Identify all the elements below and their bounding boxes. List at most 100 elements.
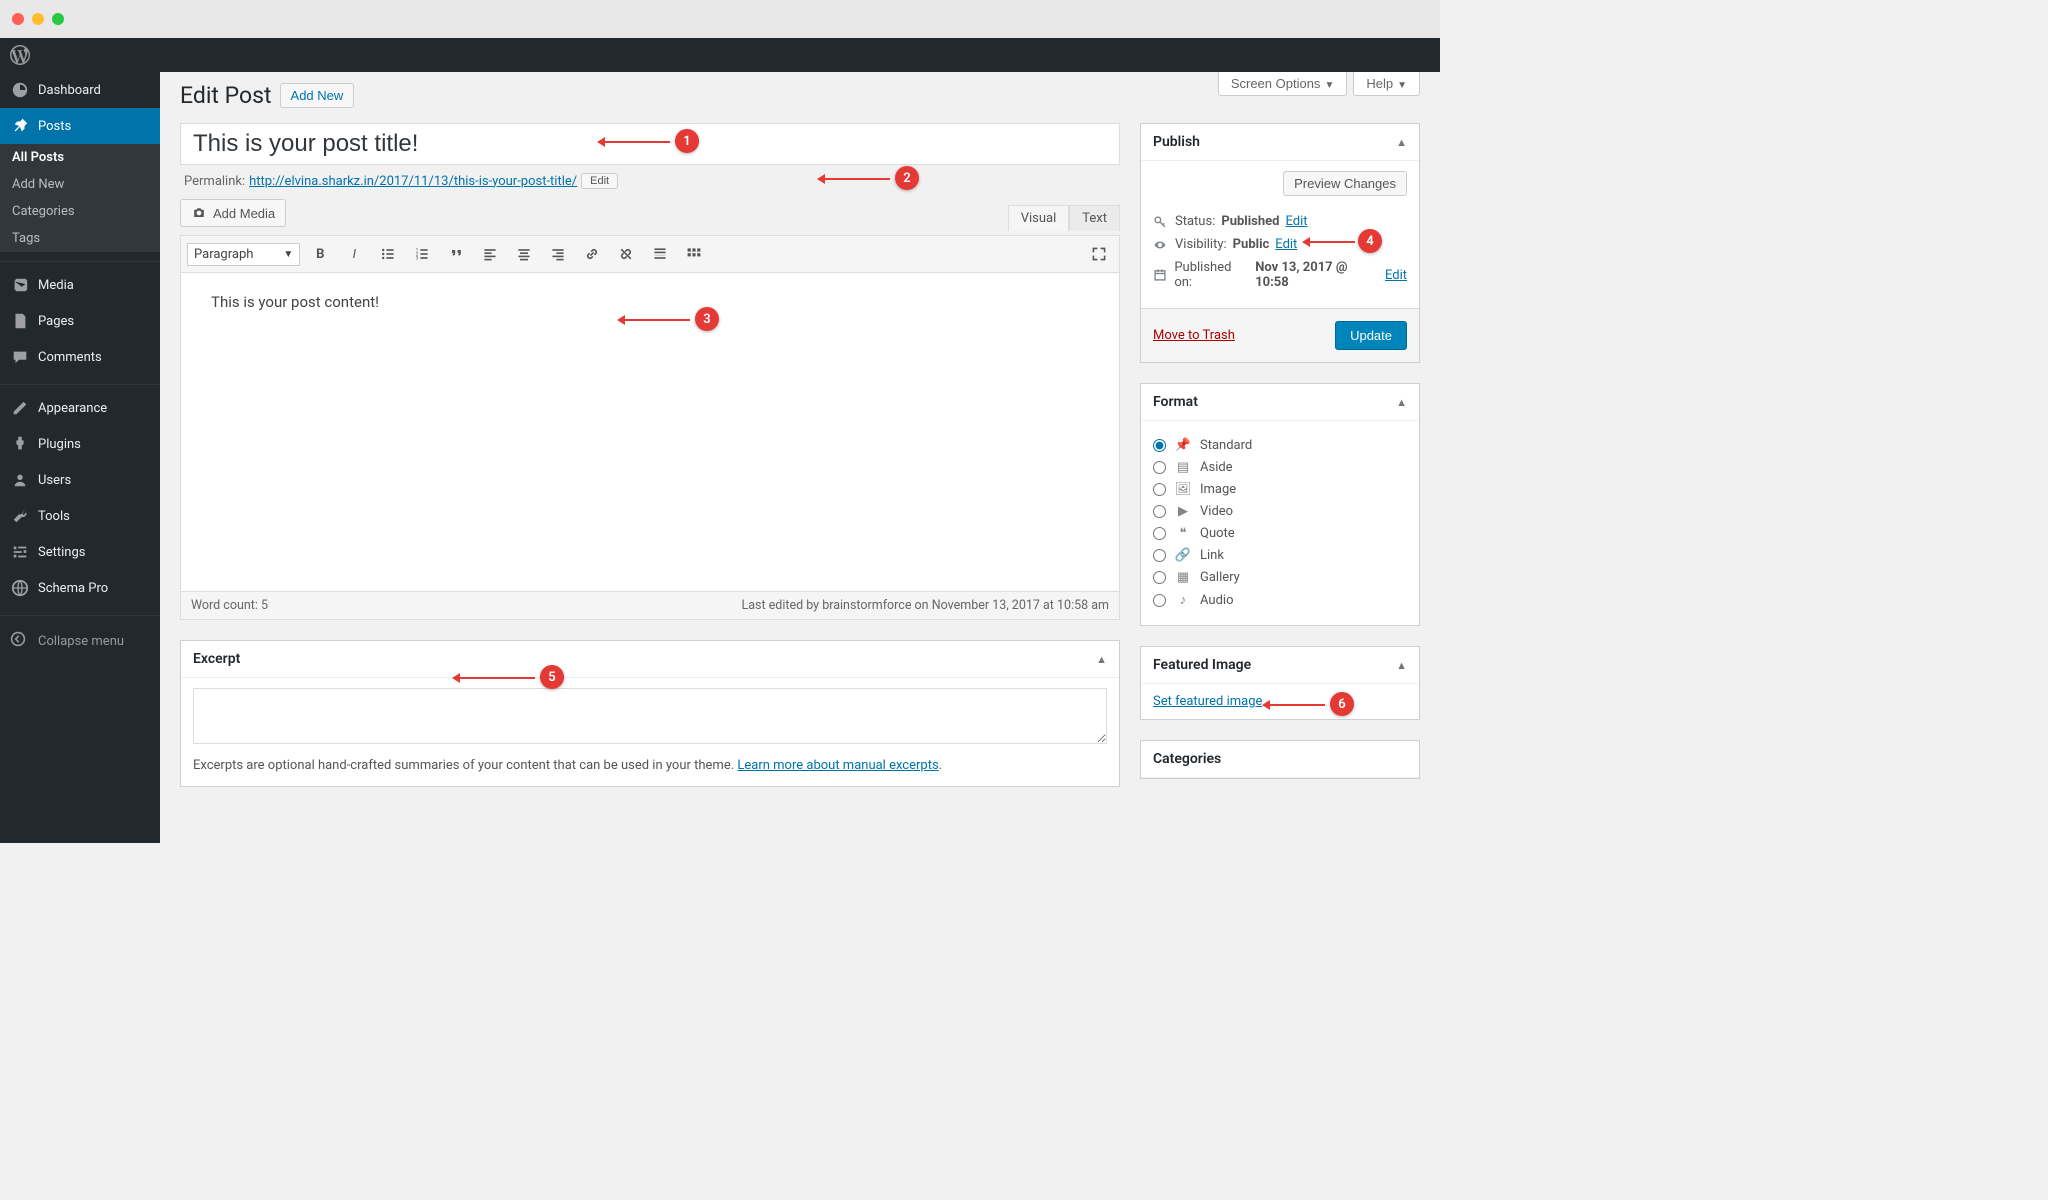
comments-icon [10,347,30,367]
bold-icon[interactable]: B [306,240,334,268]
blockquote-icon[interactable] [442,240,470,268]
featured-image-header[interactable]: Featured Image ▲ [1141,647,1419,684]
toolbar-toggle-icon[interactable] [680,240,708,268]
sidebar-item-posts[interactable]: Posts [0,108,160,144]
format-option-video[interactable]: ▶Video [1153,504,1407,519]
status-edit-link[interactable]: Edit [1285,214,1307,229]
preview-changes-button[interactable]: Preview Changes [1283,171,1407,196]
submenu-add-new[interactable]: Add New [0,171,160,198]
update-button[interactable]: Update [1335,321,1407,350]
main-content: Screen Options▼ Help▼ Edit Post Add New … [160,72,1440,843]
add-new-button[interactable]: Add New [280,83,355,108]
quote-icon: ❝ [1174,526,1192,541]
read-more-icon[interactable] [646,240,674,268]
unlink-icon[interactable] [612,240,640,268]
featured-image-postbox: Featured Image ▲ Set featured image [1140,646,1420,720]
dashboard-icon [10,80,30,100]
excerpt-learn-more-link[interactable]: Learn more about manual excerpts [737,758,938,773]
admin-sidebar: Dashboard Posts All Posts Add New Catego… [0,72,160,843]
sidebar-label: Users [38,473,71,488]
users-icon [10,470,30,490]
format-option-gallery[interactable]: ▦Gallery [1153,570,1407,585]
italic-icon[interactable]: I [340,240,368,268]
sidebar-item-users[interactable]: Users [0,462,160,498]
annotation-arrow [1265,704,1325,706]
format-option-standard[interactable]: 📌Standard [1153,438,1407,453]
submenu-categories[interactable]: Categories [0,198,160,225]
tab-text[interactable]: Text [1069,205,1120,231]
excerpt-header[interactable]: Excerpt ▲ [181,641,1119,678]
submenu-tags[interactable]: Tags [0,225,160,252]
categories-postbox: Categories [1140,740,1420,779]
sidebar-item-settings[interactable]: Settings [0,534,160,570]
collapse-toggle-icon: ▲ [1096,653,1107,666]
published-edit-link[interactable]: Edit [1385,268,1407,283]
gallery-icon: ▦ [1174,570,1192,585]
close-window-icon[interactable] [12,13,24,25]
numbered-list-icon[interactable]: 123 [408,240,436,268]
fullscreen-icon[interactable] [1085,240,1113,268]
bullet-list-icon[interactable] [374,240,402,268]
align-right-icon[interactable] [544,240,572,268]
wordpress-logo-icon[interactable] [10,45,30,65]
last-edited: Last edited by brainstormforce on Novemb… [741,598,1109,613]
published-value: Nov 13, 2017 @ 10:58 [1255,260,1379,290]
key-icon [1153,215,1169,229]
sidebar-item-dashboard[interactable]: Dashboard [0,72,160,108]
sidebar-item-schema-pro[interactable]: Schema Pro [0,570,160,606]
excerpt-title: Excerpt [193,651,240,667]
collapse-menu-button[interactable]: Collapse menu [0,621,160,661]
post-title-input[interactable] [180,123,1120,165]
sidebar-item-pages[interactable]: Pages [0,303,160,339]
sidebar-label: Tools [38,509,70,524]
settings-icon [10,542,30,562]
maximize-window-icon[interactable] [52,13,64,25]
sidebar-item-appearance[interactable]: Appearance [0,390,160,426]
format-body: 📌Standard ▤Aside 🖼Image ▶Video ❝Quote 🔗L… [1141,421,1419,625]
tab-visual[interactable]: Visual [1008,205,1070,231]
format-option-quote[interactable]: ❝Quote [1153,526,1407,541]
add-media-button[interactable]: Add Media [180,199,286,227]
format-option-audio[interactable]: ♪Audio [1153,592,1407,608]
image-icon: 🖼 [1174,482,1192,497]
annotation-arrow [620,319,690,321]
collapse-toggle-icon: ▲ [1396,659,1407,672]
visibility-value: Public [1233,237,1270,252]
aside-icon: ▤ [1174,460,1192,475]
sidebar-item-comments[interactable]: Comments [0,339,160,375]
paragraph-format-select[interactable]: Paragraph ▼ [187,243,300,266]
sidebar-item-media[interactable]: Media [0,267,160,303]
visibility-edit-link[interactable]: Edit [1275,237,1297,252]
align-center-icon[interactable] [510,240,538,268]
sidebar-label: Comments [38,350,102,365]
set-featured-image-link[interactable]: Set featured image [1153,694,1262,709]
permalink-edit-button[interactable]: Edit [581,173,618,189]
sidebar-label: Dashboard [38,83,101,98]
sidebar-item-plugins[interactable]: Plugins [0,426,160,462]
sidebar-label: Settings [38,545,85,560]
format-header[interactable]: Format ▲ [1141,384,1419,421]
format-option-aside[interactable]: ▤Aside [1153,460,1407,475]
move-to-trash-link[interactable]: Move to Trash [1153,328,1235,343]
format-option-link[interactable]: 🔗Link [1153,548,1407,563]
appearance-icon [10,398,30,418]
minimize-window-icon[interactable] [32,13,44,25]
post-main-column: Permalink: http://elvina.sharkz.in/2017/… [180,123,1120,807]
categories-header[interactable]: Categories [1141,741,1419,778]
align-left-icon[interactable] [476,240,504,268]
publish-header[interactable]: Publish ▲ [1141,124,1419,161]
format-option-image[interactable]: 🖼Image [1153,482,1407,497]
screen-options-button[interactable]: Screen Options▼ [1218,72,1348,96]
publish-body: Status: Published Edit Visibility: Publi… [1141,196,1419,308]
excerpt-textarea[interactable] [193,688,1107,744]
publish-actions: Move to Trash Update [1141,308,1419,362]
permalink-link[interactable]: http://elvina.sharkz.in/2017/11/13/this-… [249,174,577,189]
submenu-all-posts[interactable]: All Posts [0,144,160,171]
annotation-bubble-4: 4 [1358,229,1382,253]
help-button[interactable]: Help▼ [1353,72,1420,96]
help-label: Help [1366,76,1393,91]
permalink-row: Permalink: http://elvina.sharkz.in/2017/… [184,173,1116,189]
sidebar-item-tools[interactable]: Tools [0,498,160,534]
annotation-bubble-5: 5 [540,665,564,689]
link-icon[interactable] [578,240,606,268]
